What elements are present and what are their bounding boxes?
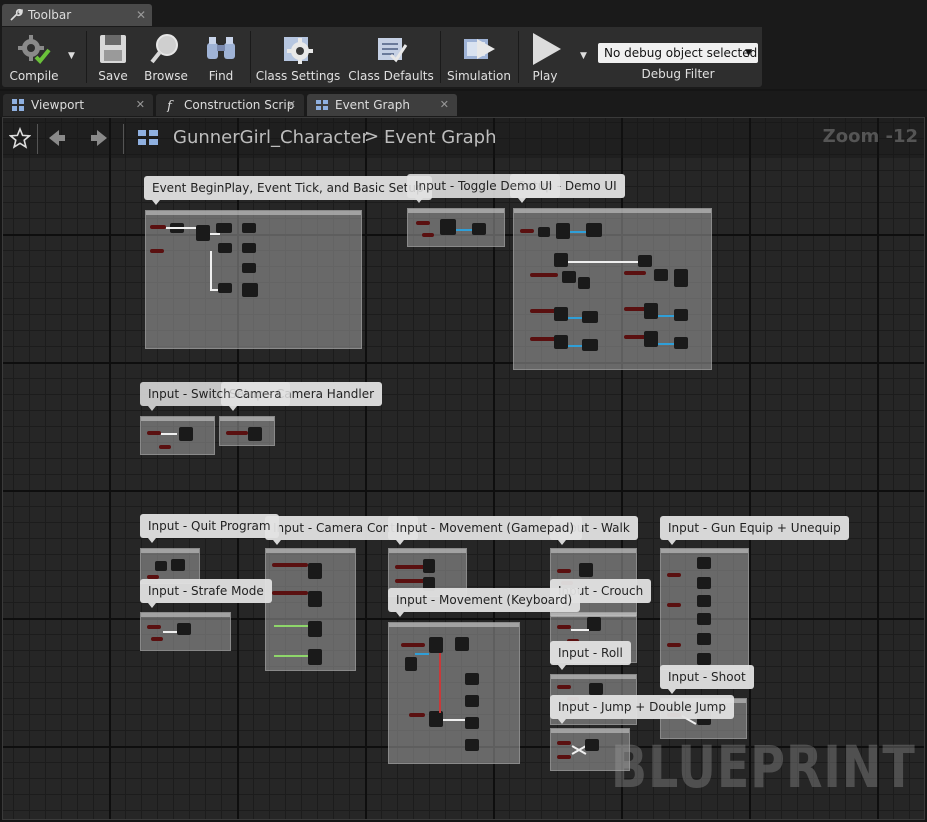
compile-dropdown-icon[interactable]: ▼ [68, 51, 75, 61]
event-graph-canvas[interactable]: GunnerGirl_Character > Event Graph Zoom … [2, 117, 925, 820]
toolbar-tab-label: Toolbar [28, 8, 72, 22]
breadcrumb-graph: Event Graph [384, 127, 497, 148]
close-icon[interactable]: ✕ [136, 94, 145, 116]
class-settings-gear-icon [284, 37, 313, 64]
find-button[interactable]: Find [198, 27, 244, 87]
class-defaults-checklist-icon [378, 38, 408, 63]
close-icon[interactable]: ✕ [440, 94, 449, 116]
wrench-icon [10, 8, 23, 21]
toolbar: Compile ▼ Save Browse Find Class Setting… [0, 27, 927, 89]
tab-event-graph-label: Event Graph [335, 98, 410, 112]
comment-title[interactable]: Input - Jump + Double Jump [550, 695, 734, 724]
comment-box[interactable] [660, 548, 749, 670]
function-icon: f [166, 99, 174, 112]
compile-label: Compile [9, 69, 59, 83]
forward-arrow-icon[interactable] [89, 128, 109, 148]
comment-title[interactable]: Input - Quit Program [140, 514, 279, 543]
comment-title[interactable]: Input - Roll [550, 641, 631, 670]
blueprint-watermark: BLUEPRINT [611, 733, 916, 801]
play-label: Play [532, 69, 558, 83]
event-graph-icon [316, 100, 328, 110]
breadcrumb-blueprint[interactable]: GunnerGirl_Character [173, 127, 369, 148]
toolbar-panel-tab[interactable]: Toolbar ✕ [2, 4, 152, 26]
browse-button[interactable]: Browse [140, 27, 192, 87]
tab-construction-script[interactable]: f Construction Scrip ✕ [156, 94, 304, 116]
find-label: Find [208, 69, 234, 83]
class-defaults-label: Class Defaults [348, 69, 434, 83]
close-icon[interactable]: ✕ [287, 94, 296, 116]
top-tab-strip: Toolbar ✕ [0, 0, 927, 28]
simulation-button[interactable]: Simulation [446, 27, 512, 87]
comment-title[interactable]: Input - Gun Equip + Unequip [660, 516, 849, 545]
comment-box[interactable] [388, 622, 520, 764]
browse-label: Browse [144, 69, 188, 83]
document-tab-strip: Viewport ✕ f Construction Scrip ✕ Event … [0, 91, 927, 117]
save-button[interactable]: Save [90, 27, 136, 87]
compile-button[interactable]: Compile [4, 27, 64, 87]
comment-box[interactable] [265, 548, 356, 671]
compile-gear-icon [18, 35, 51, 64]
tab-construction-script-label: Construction Scrip [184, 98, 295, 112]
tab-event-graph[interactable]: Event Graph ✕ [307, 94, 457, 116]
viewport-icon [12, 99, 24, 111]
comment-title[interactable]: Input - Movement (Keyboard) [388, 588, 581, 617]
comment-title[interactable]: Input - Strafe Mode [140, 579, 272, 608]
play-dropdown-icon[interactable]: ▼ [580, 51, 587, 61]
nav-divider [37, 124, 38, 154]
class-settings-label: Class Settings [255, 69, 341, 83]
breadcrumb-separator: > [364, 126, 380, 147]
star-icon[interactable] [9, 127, 31, 149]
play-button[interactable]: Play [522, 27, 568, 87]
toolbar-divider [440, 31, 441, 83]
save-label: Save [98, 69, 128, 83]
toolbar-divider [250, 31, 251, 83]
class-settings-button[interactable]: Class Settings [254, 27, 342, 87]
tab-viewport[interactable]: Viewport ✕ [3, 94, 153, 116]
save-disk-icon [100, 35, 126, 63]
comment-title[interactable]: Input - Shoot [660, 665, 754, 694]
comment-box[interactable] [145, 210, 362, 349]
comment-title[interactable]: Input - Switch Camera [140, 382, 290, 411]
class-defaults-button[interactable]: Class Defaults [348, 27, 434, 87]
comment-box[interactable] [513, 208, 712, 370]
svg-text:f: f [166, 99, 174, 112]
simulation-icon [464, 39, 495, 59]
comment-title[interactable]: Event BeginPlay, Event Tick, and Basic S… [144, 176, 432, 205]
toolbar-divider [86, 31, 87, 83]
toolbar-divider [518, 31, 519, 83]
zoom-level: Zoom -12 [822, 126, 918, 147]
nav-divider [123, 124, 124, 154]
debug-object-value: No debug object selected [604, 46, 758, 60]
graph-breadcrumb-bar: GunnerGirl_Character > Event Graph Zoom … [3, 118, 924, 158]
back-arrow-icon[interactable] [47, 128, 67, 148]
magnifier-icon [150, 34, 178, 64]
tab-viewport-label: Viewport [31, 98, 85, 112]
chevron-down-icon: ▼ [745, 48, 752, 58]
comment-box[interactable] [407, 208, 505, 247]
play-icon [533, 33, 561, 65]
comment-title[interactable]: Input - Toggle Demo UI [407, 174, 561, 203]
comment-title[interactable]: Input - Movement (Gamepad) [388, 516, 583, 545]
debug-filter-label: Debug Filter [641, 67, 715, 81]
simulation-label: Simulation [447, 69, 511, 83]
debug-object-select[interactable]: No debug object selected ▼ [598, 43, 758, 63]
graph-icon [138, 130, 158, 145]
comment-box[interactable] [219, 416, 275, 446]
binoculars-icon [207, 37, 235, 59]
comment-box[interactable] [140, 612, 231, 651]
comment-box[interactable] [140, 416, 215, 455]
close-icon[interactable]: ✕ [136, 4, 146, 26]
